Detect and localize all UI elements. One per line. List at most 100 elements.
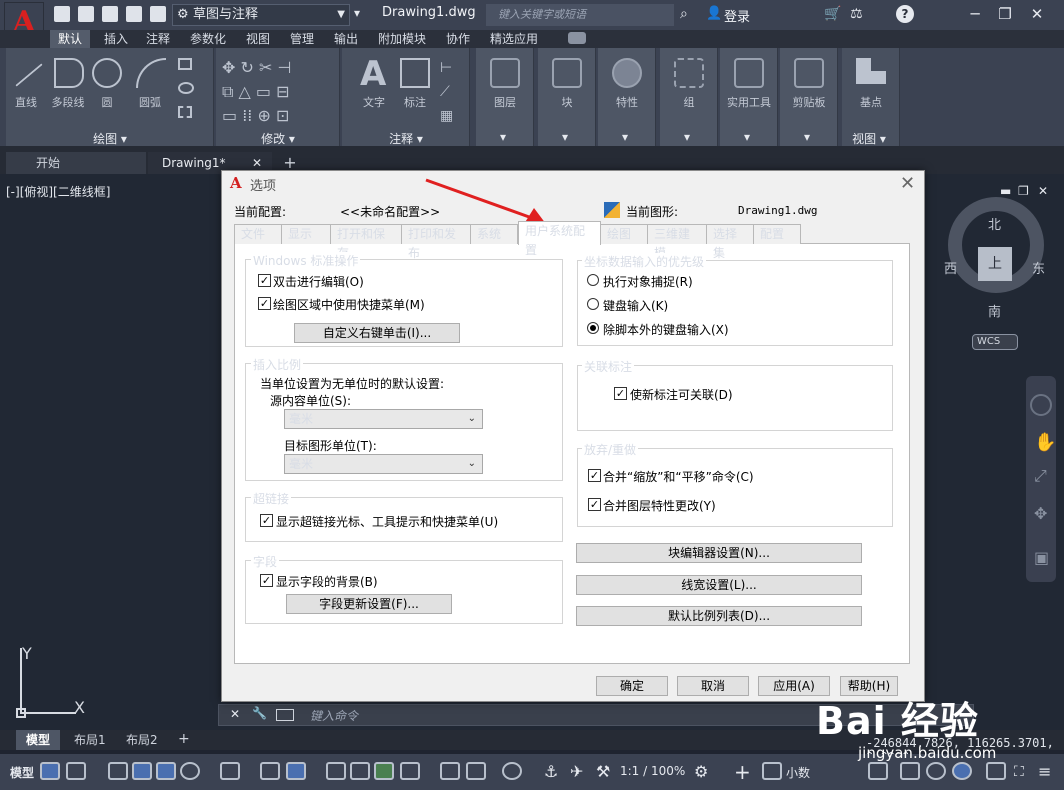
command-close-icon[interactable]: ✕ [230,707,240,721]
annotation-panel-title[interactable]: 注释 ▾ [342,130,470,147]
lineweight-settings-button[interactable]: 线宽设置(L)... [576,575,862,595]
viewcube-top-face[interactable]: 上 [978,247,1012,281]
open-file-icon[interactable] [78,6,94,22]
text-tool-label[interactable]: 文字 [356,94,392,110]
workspace-gear-icon[interactable]: ⚙ [694,762,708,781]
dimension-tool-label[interactable]: 标注 [396,94,434,110]
modify-panel-title[interactable]: 修改 ▾ [216,130,340,147]
annotation-small-icons[interactable]: ⊢ ⟋ ▦ [440,56,453,128]
source-units-select[interactable]: 毫米 ⌄ [284,409,483,429]
dialog-close-button[interactable]: ✕ [900,173,915,194]
layout-tab-layout1[interactable]: 布局1 [64,730,116,750]
ribbon-tab-output[interactable]: 输出 [326,30,366,48]
utilities-label[interactable]: 实用工具 [720,94,778,110]
cancel-button[interactable]: 取消 [677,676,749,696]
cart-icon[interactable]: 🛒 [824,6,841,22]
3d-osnap-icon[interactable] [400,762,420,780]
draw-panel-title[interactable]: 绘图 ▾ [6,130,214,147]
block-expand-icon[interactable]: ▾ [562,130,568,144]
target-units-select[interactable]: 毫米 ⌄ [284,454,483,474]
dialog-tab-user-preferences[interactable]: 用户系统配置 [518,221,601,257]
show-hyperlink-label[interactable]: 显示超链接光标、工具提示和快捷菜单(U) [276,513,498,530]
ribbon-tab-manage[interactable]: 管理 [282,30,322,48]
properties-expand-icon[interactable]: ▾ [622,130,628,144]
modify-tools-icons[interactable]: ✥ ↻ ✂ ⊣ ⧉ △ ▭ ⊟ ▭ ⁞⁞ ⊕ ⊡ [222,56,332,128]
lineweight-icon[interactable] [326,762,346,780]
text-tool-icon[interactable]: A [360,54,386,94]
clipboard-icon[interactable] [794,58,824,88]
command-settings-icon[interactable]: 🔧 [252,706,267,720]
new-layout-button[interactable]: + [178,731,190,747]
polyline-tool-label[interactable]: 多段线 [46,94,90,110]
group-expand-icon[interactable]: ▾ [684,130,690,144]
new-file-icon[interactable] [54,6,70,22]
pan-hand-icon[interactable]: ✋ [1034,432,1056,453]
ribbon-tab-parametric[interactable]: 参数化 [182,30,234,48]
quick-access-dropdown-icon[interactable]: ▾ [354,6,360,20]
quick-properties-icon[interactable] [868,762,888,780]
ribbon-tab-view[interactable]: 视图 [238,30,278,48]
osnap-radio[interactable] [587,274,599,286]
auto-scale-icon[interactable]: ✈ [570,762,583,781]
layout-tab-model[interactable]: 模型 [16,730,61,750]
line-tool-label[interactable]: 直线 [8,94,44,110]
ok-button[interactable]: 确定 [596,676,668,696]
viewport-restore-icon[interactable]: ❐ [1018,184,1029,198]
command-input[interactable]: 键入命令 [310,707,358,724]
viewport-controls-label[interactable]: [-][俯视][二维线框] [6,183,110,200]
base-view-label[interactable]: 基点 [842,94,900,110]
group-label[interactable]: 组 [660,94,718,110]
clipboard-label[interactable]: 剪贴板 [780,94,838,110]
isodraft-icon[interactable] [220,762,240,780]
associative-dimension-label[interactable]: 使新标注可关联(D) [630,386,733,403]
close-window-button[interactable]: ✕ [1026,4,1048,24]
keyboard-except-scripts-label[interactable]: 除脚本外的键盘输入(X) [603,321,729,338]
shortcut-menu-checkbox[interactable]: ✓ [258,297,271,310]
snap-icon[interactable] [66,762,86,780]
selection-filter-icon[interactable] [466,762,486,780]
viewport-close-icon[interactable]: ✕ [1038,184,1048,198]
restore-window-button[interactable]: ❐ [994,4,1016,24]
rectangle-tool-icon[interactable] [178,58,192,70]
compass-west[interactable]: 西 [944,258,957,277]
viewport-minimize-icon[interactable]: ▬ [1000,184,1011,198]
circle-tool-label[interactable]: 圆 [92,94,122,110]
ortho-icon[interactable] [156,762,176,780]
save-icon[interactable] [102,6,118,22]
field-background-checkbox[interactable]: ✓ [260,574,273,587]
grid-icon[interactable] [40,762,60,780]
dialog-tab-display[interactable]: 显示 [281,224,331,244]
customize-right-click-button[interactable]: 自定义右键单击(I)... [294,323,460,343]
binoculars-icon[interactable]: ⌕ [680,6,688,22]
ribbon-tab-home[interactable]: 默认 [50,30,91,48]
units-select[interactable]: 小数 [786,764,810,781]
dialog-tab-3d-modeling[interactable]: 三维建模 [647,224,707,260]
arc-tool-label[interactable]: 圆弧 [132,94,168,110]
boundary-tool-icon[interactable] [178,106,192,118]
combine-zoom-pan-checkbox[interactable]: ✓ [588,469,601,482]
wcs-menu[interactable]: WCS [972,334,1018,350]
dynamic-ucs-icon[interactable] [440,762,460,780]
compass-north[interactable]: 北 [988,214,1001,233]
help-icon[interactable]: ? [896,5,914,23]
infer-constraints-icon[interactable] [108,762,128,780]
ribbon-tab-addins[interactable]: 附加模块 [370,30,434,48]
transparency-icon[interactable] [350,762,370,780]
group-icon[interactable] [674,58,704,88]
keyboard-entry-radio[interactable] [587,298,599,310]
osnap-label[interactable]: 执行对象捕捉(R) [603,273,693,290]
layer-icon[interactable] [490,58,520,88]
calculator-icon[interactable] [734,58,764,88]
properties-icon[interactable] [612,58,642,88]
ribbon-tab-insert[interactable]: 插入 [96,30,136,48]
properties-label[interactable]: 特性 [598,94,656,110]
compass-east[interactable]: 东 [1032,258,1045,277]
network-icon[interactable]: ⚖ [850,6,863,22]
double-click-edit-label[interactable]: 双击进行编辑(O) [273,273,364,290]
dynamic-input-icon[interactable] [132,762,152,780]
status-model-button[interactable]: 模型 [10,764,34,781]
layout-tab-layout2[interactable]: 布局2 [116,730,168,750]
default-scale-list-button[interactable]: 默认比例列表(D)... [576,606,862,626]
steering-wheel-icon[interactable] [1030,394,1052,416]
circle-tool-icon[interactable] [92,58,122,88]
